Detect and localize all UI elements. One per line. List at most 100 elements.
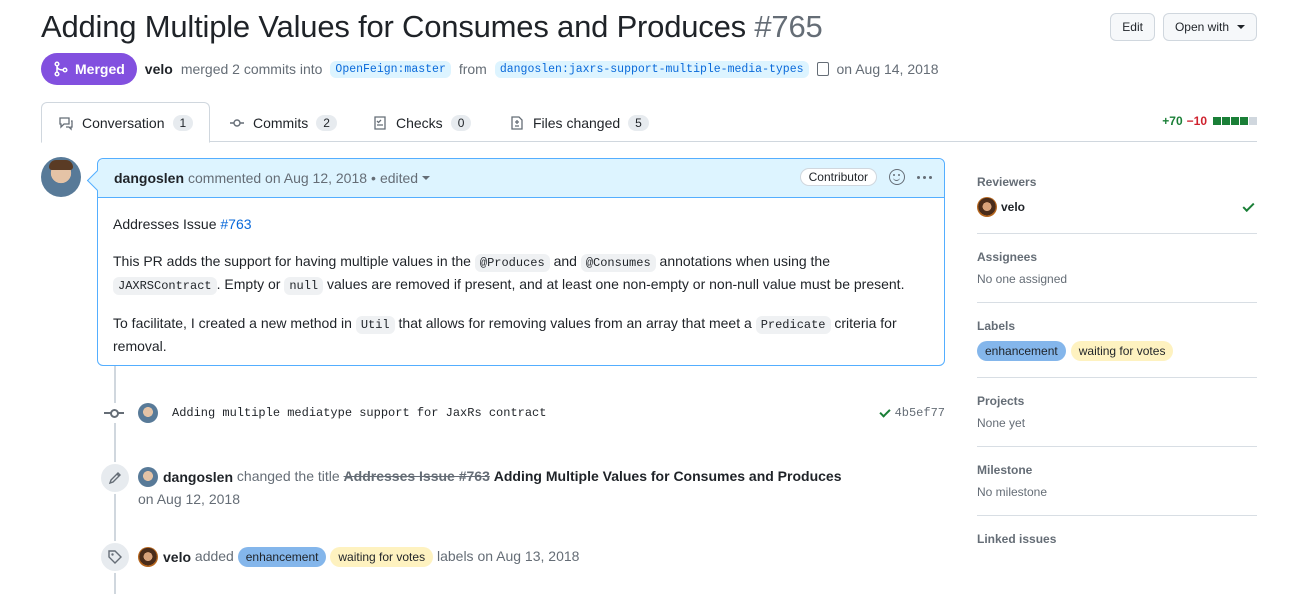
- checklist-icon: [374, 115, 386, 130]
- commit-message[interactable]: Adding multiple mediatype support for Ja…: [172, 406, 880, 420]
- timeline-label-event: velo added enhancement waiting for votes…: [99, 541, 945, 573]
- tab-label: Files changed: [533, 114, 621, 131]
- comment-paragraph: Addresses Issue #763: [113, 214, 929, 235]
- labels-list: enhancement waiting for votes: [977, 341, 1257, 361]
- state-label: Merged: [75, 61, 125, 77]
- tab-conversation[interactable]: Conversation 1: [41, 102, 211, 143]
- diffstat-additions: +70: [1162, 114, 1183, 128]
- tag-icon: [108, 550, 122, 564]
- sidebar-linked-issues: Linked issues: [977, 516, 1257, 570]
- sidebar-milestone: Milestone No milestone: [977, 447, 1257, 516]
- separator: •: [371, 170, 376, 186]
- label-enhancement[interactable]: enhancement: [977, 341, 1066, 361]
- sidebar-title[interactable]: Projects: [977, 394, 1257, 408]
- edited-menu[interactable]: • edited: [371, 170, 431, 186]
- diffstat: +70 −10: [1162, 114, 1257, 128]
- merge-icon: [54, 61, 68, 77]
- sidebar-title[interactable]: Assignees: [977, 250, 1257, 264]
- tab-label: Commits: [253, 114, 309, 131]
- reviewer-name[interactable]: velo: [1001, 200, 1025, 214]
- pr-title: Adding Multiple Values for Consumes and …: [41, 8, 1257, 46]
- kebab-horizontal-icon[interactable]: [917, 175, 932, 179]
- issue-link[interactable]: #763: [220, 216, 251, 232]
- avatar[interactable]: [138, 403, 158, 423]
- avatar[interactable]: [138, 547, 158, 568]
- sidebar-labels: Labels enhancement waiting for votes: [977, 303, 1257, 378]
- sidebar-assignees: Assignees No one assigned: [977, 234, 1257, 303]
- head-branch[interactable]: dangoslen:jaxrs-support-multiple-media-t…: [494, 60, 809, 78]
- text: and: [553, 253, 577, 269]
- avatar[interactable]: [977, 197, 997, 217]
- from-text: from: [458, 61, 487, 77]
- tab-commits[interactable]: Commits 2: [213, 102, 353, 143]
- smiley-icon[interactable]: [889, 169, 905, 185]
- event-suffix: labels on Aug 13, 2018: [436, 548, 580, 564]
- edited-label: edited: [379, 170, 419, 186]
- reviewer-row: velo: [977, 197, 1257, 217]
- diffstat-deletions: −10: [1186, 114, 1207, 128]
- commit-icon: [230, 118, 244, 127]
- pr-title-text: Adding Multiple Values for Consumes and …: [41, 9, 746, 44]
- tab-files-changed[interactable]: Files changed 5: [493, 102, 665, 143]
- open-with-label: Open with: [1174, 20, 1229, 34]
- tab-counter: 0: [450, 114, 472, 131]
- event-date[interactable]: on Aug 12, 2018: [138, 491, 240, 507]
- tab-label: Checks: [396, 114, 443, 131]
- old-title: Addresses Issue #763: [343, 468, 490, 484]
- check-icon: [1242, 199, 1255, 212]
- comment-actions: Contributor: [799, 168, 932, 186]
- sidebar-title[interactable]: Milestone: [977, 463, 1257, 477]
- tab-counter: 1: [172, 114, 194, 131]
- sidebar-title[interactable]: Linked issues: [977, 532, 1257, 546]
- label-text: velo added enhancement waiting for votes…: [138, 545, 579, 568]
- comment-meta[interactable]: commented on Aug 12, 2018: [188, 170, 367, 186]
- text: values are removed if present, and at le…: [327, 276, 905, 292]
- diffstat-block-add: [1240, 117, 1248, 125]
- label-waiting-for-votes[interactable]: waiting for votes: [330, 547, 434, 567]
- text: . Empty or: [216, 276, 281, 292]
- label-waiting-for-votes[interactable]: waiting for votes: [1070, 341, 1174, 361]
- sidebar-title[interactable]: Labels: [977, 319, 1257, 333]
- edit-button[interactable]: Edit: [1110, 13, 1155, 41]
- sidebar-value: No milestone: [977, 485, 1048, 499]
- copy-icon[interactable]: [816, 62, 829, 76]
- base-branch[interactable]: OpenFeign:master: [330, 60, 451, 78]
- tab-checks[interactable]: Checks 0: [356, 102, 487, 143]
- new-title: Adding Multiple Values for Consumes and …: [493, 468, 842, 484]
- sidebar-projects: Projects None yet: [977, 378, 1257, 447]
- diffstat-bar: [1213, 117, 1257, 125]
- diffstat-block-add: [1231, 117, 1239, 125]
- commit-icon: [104, 403, 124, 423]
- sidebar-title[interactable]: Reviewers: [977, 175, 1257, 189]
- label-enhancement[interactable]: enhancement: [237, 547, 327, 567]
- inline-code: Util: [355, 316, 395, 334]
- comment-paragraph: This PR adds the support for having mult…: [113, 251, 929, 297]
- comment-author[interactable]: dangoslen: [114, 170, 184, 186]
- sidebar-value: None yet: [977, 416, 1026, 430]
- open-with-button[interactable]: Open with: [1162, 13, 1257, 41]
- action-text: changed the title: [236, 468, 340, 484]
- tab-counter: 2: [316, 114, 337, 131]
- tab-counter: 5: [628, 114, 649, 131]
- comment-box: dangoslen commented on Aug 12, 2018 • ed…: [97, 158, 945, 366]
- merger-link[interactable]: velo: [145, 61, 173, 77]
- header-actions: Edit Open with: [1110, 13, 1257, 41]
- actor-link[interactable]: dangoslen: [163, 466, 233, 488]
- timeline-rename-event: dangoslen changed the title Addresses Is…: [99, 462, 945, 512]
- sidebar-reviewers: Reviewers velo: [977, 158, 1257, 234]
- pr-tabs: Conversation 1 Commits 2 Checks 0 Files …: [41, 102, 1257, 143]
- role-badge: Contributor: [799, 168, 877, 186]
- inline-code: null: [284, 277, 324, 295]
- pencil-icon: [108, 472, 121, 485]
- check-icon: [878, 405, 891, 418]
- text: To facilitate, I created a new method in: [113, 315, 352, 331]
- avatar[interactable]: [41, 157, 81, 197]
- comment-icon: [59, 116, 73, 131]
- chevron-down-icon: [422, 176, 431, 180]
- rename-text: dangoslen changed the title Addresses Is…: [138, 465, 841, 510]
- actor-link[interactable]: velo: [163, 546, 191, 568]
- text: that allows for removing values from an …: [398, 315, 752, 331]
- avatar[interactable]: [138, 467, 158, 488]
- commit-sha[interactable]: 4b5ef77: [878, 405, 945, 420]
- text: annotations when using the: [659, 253, 830, 269]
